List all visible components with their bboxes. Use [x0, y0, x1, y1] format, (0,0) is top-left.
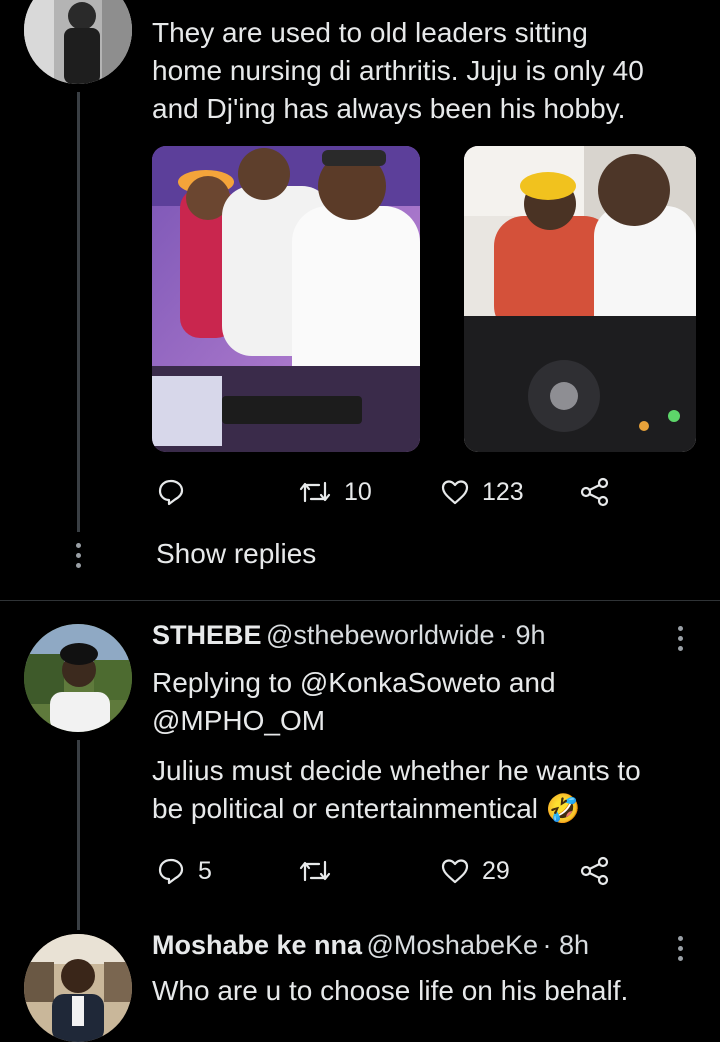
avatar-photo [24, 0, 132, 84]
reply-button[interactable] [156, 477, 198, 507]
share-icon [580, 477, 609, 507]
replying-to-line[interactable]: @MPHO_OM [152, 702, 692, 740]
share-button[interactable] [580, 477, 610, 507]
dj-photo-2 [464, 146, 696, 452]
user-handle[interactable]: @MoshabeKe [367, 930, 539, 960]
tweet1-text-line: home nursing di arthritis. Juju is only … [152, 55, 644, 86]
share-icon [580, 856, 609, 886]
like-icon [441, 480, 469, 505]
replying-to-line[interactable]: Replying to @KonkaSoweto and [152, 664, 692, 702]
user-name[interactable]: STHEBE [152, 620, 262, 650]
show-replies-link[interactable]: Show replies [156, 538, 316, 570]
retweet-icon [299, 860, 331, 882]
user-name[interactable]: Moshabe ke nna [152, 930, 362, 960]
reply-count: 5 [198, 856, 212, 885]
avatar-sthebe[interactable] [24, 624, 132, 732]
tweet1-text-line: and Dj'ing has always been his hobby. [152, 93, 626, 124]
like-count: 29 [482, 856, 510, 885]
reply-icon [158, 479, 184, 506]
like-count: 123 [482, 477, 524, 506]
more-options-icon[interactable] [676, 936, 685, 961]
share-button[interactable] [580, 856, 610, 886]
rofl-emoji: 🤣 [545, 793, 581, 824]
more-options-icon[interactable] [676, 626, 685, 651]
retweet-button[interactable] [298, 856, 344, 886]
tweet2-text-line: be political or entertainmentical [152, 793, 538, 824]
reply-icon [158, 858, 184, 885]
tweet1-media-image-2[interactable] [464, 146, 696, 452]
tweet-time: · 8h [542, 930, 590, 960]
reply-button[interactable]: 5 [156, 856, 212, 886]
tweet-time: · 9h [498, 620, 546, 650]
tweet1-text: They are used to old leaders sitting hom… [152, 14, 692, 128]
avatar-photo [24, 934, 132, 1042]
avatar-moshabe[interactable] [24, 934, 132, 1042]
tweet2-header: STHEBE @sthebeworldwide · 9h [152, 620, 546, 651]
retweet-button[interactable]: 10 [298, 477, 372, 507]
tweet-divider [0, 600, 720, 601]
retweet-icon [299, 481, 331, 503]
tweet1-text-line: They are used to old leaders sitting [152, 17, 588, 48]
tweet3-text-line: Who are u to choose life on his behalf. [152, 975, 629, 1006]
like-button[interactable]: 123 [440, 477, 524, 507]
retweet-count: 10 [344, 477, 372, 506]
tweet3-text: Who are u to choose life on his behalf. [152, 972, 712, 1010]
avatar-photo [24, 624, 132, 732]
replying-to: Replying to @KonkaSoweto and @MPHO_OM [152, 664, 692, 740]
thread-continuation-dots [74, 543, 83, 568]
user-handle[interactable]: @sthebeworldwide [266, 620, 495, 650]
dj-photo-1 [152, 146, 420, 452]
thread-line-2 [77, 740, 80, 930]
tweet3-header: Moshabe ke nna @MoshabeKe · 8h [152, 930, 589, 961]
like-button[interactable]: 29 [440, 856, 510, 886]
tweet1-media-image-1[interactable] [152, 146, 420, 452]
like-icon [441, 859, 469, 884]
avatar-tweet1[interactable] [24, 0, 132, 84]
tweet2-text-line: Julius must decide whether he wants to [152, 755, 641, 786]
tweet2-text: Julius must decide whether he wants to b… [152, 752, 712, 828]
thread-line-1 [77, 92, 80, 532]
